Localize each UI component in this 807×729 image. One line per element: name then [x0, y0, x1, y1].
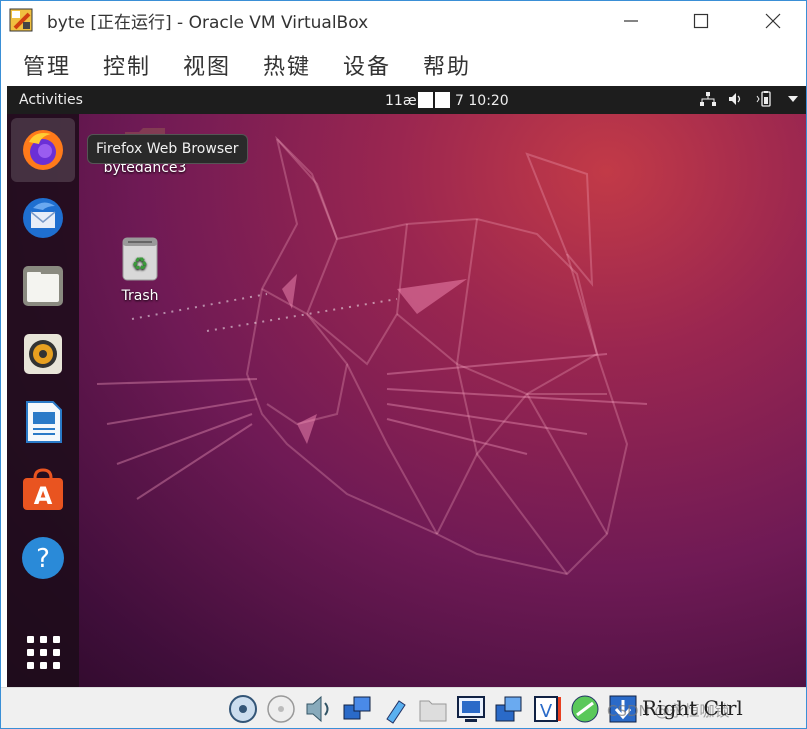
svg-text:?: ? — [36, 544, 50, 574]
close-icon — [765, 13, 781, 29]
software-icon: A — [23, 468, 63, 510]
menu-devices[interactable]: 设备 — [343, 49, 391, 81]
dock-item-firefox[interactable] — [11, 118, 75, 182]
shared-folder-icon[interactable] — [417, 693, 449, 725]
dock-item-help[interactable]: ? — [11, 526, 75, 590]
volume-icon — [729, 93, 741, 105]
menu-manage[interactable]: 管理 — [23, 49, 71, 81]
virtualbox-app-icon — [9, 8, 33, 32]
menu-view[interactable]: 视图 — [183, 49, 231, 81]
firefox-icon — [23, 130, 63, 170]
network-icon[interactable] — [341, 693, 373, 725]
vbox-status-bar: V CSDN @永恒咖锁 Right Ctrl — [1, 687, 806, 728]
clock-suffix: 7 10:20 — [455, 93, 509, 109]
desktop-icon-label: Trash — [121, 288, 159, 304]
optical-drive-icon[interactable] — [265, 693, 297, 725]
rhythmbox-icon — [24, 334, 62, 374]
dock-item-thunderbird[interactable] — [11, 186, 75, 250]
dock-item-ubuntu-software[interactable]: A — [11, 458, 75, 522]
svg-text:V: V — [540, 701, 553, 722]
clock-prefix: 11æ — [385, 93, 417, 109]
close-button[interactable] — [753, 5, 793, 35]
dock-tooltip: Firefox Web Browser — [87, 134, 248, 164]
vm-screen[interactable]: Activities 11æ 7 10:20 bytedance3 ♻ Tras… — [7, 86, 806, 687]
title-bar[interactable]: byte [正在运行] - Oracle VM VirtualBox — [1, 1, 806, 39]
battery-icon — [756, 91, 771, 107]
ubuntu-dock: A ? — [7, 114, 79, 687]
writer-icon — [26, 401, 62, 443]
activities-button[interactable]: Activities — [19, 92, 83, 108]
system-menu-arrow-icon — [788, 96, 798, 102]
dock-item-show-applications[interactable] — [11, 620, 75, 684]
svg-text:A: A — [34, 482, 53, 510]
menu-bar: 管理 控制 视图 热键 设备 帮助 — [1, 39, 806, 86]
recording-icon[interactable]: V — [531, 693, 563, 725]
menu-control[interactable]: 控制 — [103, 49, 151, 81]
help-icon: ? — [22, 537, 64, 579]
window-title: byte [正在运行] - Oracle VM VirtualBox — [47, 13, 369, 33]
audio-icon[interactable] — [303, 693, 335, 725]
minimize-button[interactable] — [611, 5, 651, 35]
ubuntu-focal-fossa-wallpaper — [96, 135, 648, 576]
host-key-label: Right Ctrl — [642, 696, 743, 720]
cpu-icon[interactable] — [569, 693, 601, 725]
svg-text:♻: ♻ — [132, 254, 148, 275]
clock[interactable]: 11æ 7 10:20 — [385, 92, 509, 109]
gnome-top-bar: Activities 11æ 7 10:20 — [7, 86, 806, 114]
menu-hotkey[interactable]: 热键 — [263, 49, 311, 81]
capture-icon[interactable] — [493, 693, 525, 725]
clock-garbled-glyph — [417, 92, 433, 108]
menu-help[interactable]: 帮助 — [423, 49, 471, 81]
maximize-button[interactable] — [681, 5, 721, 35]
minimize-icon — [624, 20, 638, 22]
trash-icon: ♻ — [122, 237, 158, 281]
usb-icon[interactable] — [379, 693, 411, 725]
display-icon[interactable] — [455, 693, 487, 725]
desktop[interactable]: bytedance3 ♻ Trash Firefox Web Browser — [7, 114, 806, 687]
dock-item-rhythmbox[interactable] — [11, 322, 75, 386]
dock-item-writer[interactable] — [11, 390, 75, 454]
app-grid-icon — [27, 636, 60, 669]
thunderbird-icon — [23, 198, 63, 238]
files-icon — [23, 266, 63, 306]
network-icon — [700, 92, 716, 106]
virtualbox-window: byte [正在运行] - Oracle VM VirtualBox 管理 控制… — [0, 0, 807, 729]
clock-garbled-glyph — [434, 92, 450, 108]
hard-disk-icon[interactable] — [227, 693, 259, 725]
maximize-icon — [693, 13, 709, 29]
dock-item-files[interactable] — [11, 254, 75, 318]
desktop-icon-trash[interactable]: ♻ Trash — [115, 236, 165, 304]
system-tray[interactable] — [700, 91, 798, 107]
